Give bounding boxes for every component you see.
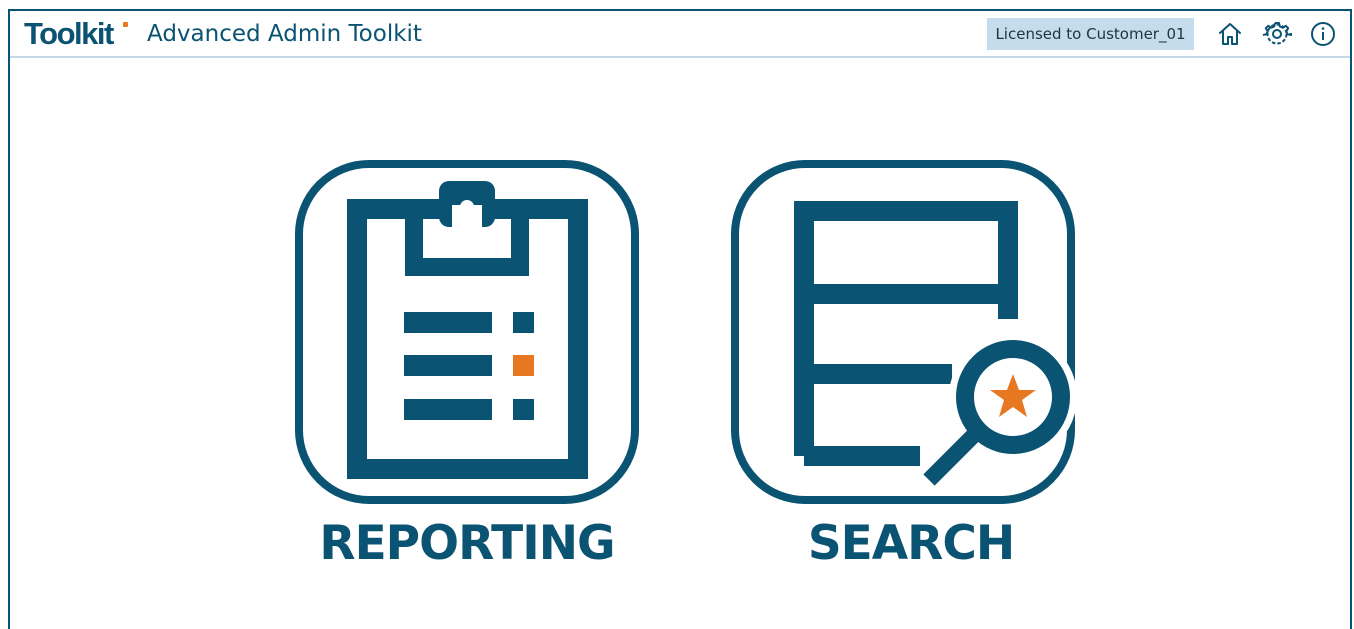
settings-button[interactable] — [1262, 19, 1292, 49]
document-search-icon — [731, 160, 1076, 504]
app-header: Toolkit Advanced Admin Toolkit Licensed … — [10, 11, 1350, 58]
reporting-tile[interactable]: REPORTING — [294, 159, 640, 579]
search-tile[interactable]: SEARCH — [730, 159, 1076, 579]
info-button[interactable] — [1308, 19, 1338, 49]
logo-accent-dot — [123, 22, 128, 27]
toolkit-logo: Toolkit — [24, 14, 128, 54]
clipboard-report-icon — [295, 160, 639, 504]
home-button[interactable] — [1215, 19, 1245, 49]
logo-text: Toolkit — [24, 16, 114, 51]
info-icon — [1311, 22, 1335, 46]
gear-icon — [1262, 22, 1292, 45]
home-icon — [1219, 23, 1241, 45]
license-badge: Licensed to Customer_01 — [987, 18, 1194, 50]
search-label: SEARCH — [807, 516, 1015, 571]
app-title: Advanced Admin Toolkit — [147, 21, 422, 47]
reporting-label: REPORTING — [319, 516, 615, 571]
app-window: Toolkit Advanced Admin Toolkit Licensed … — [8, 9, 1352, 629]
